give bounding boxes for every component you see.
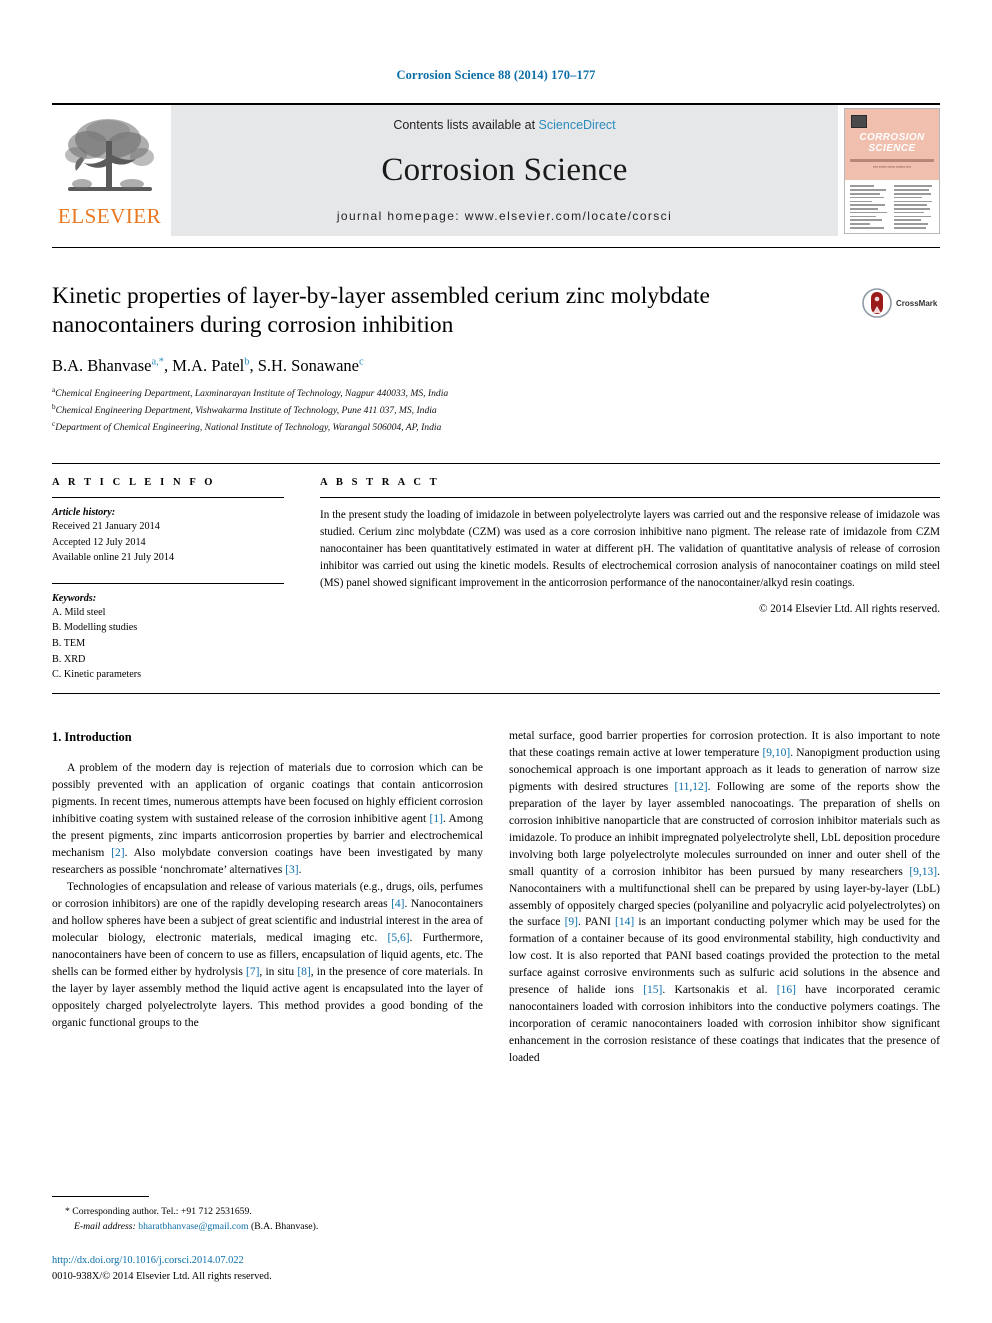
footnote-rule — [52, 1196, 149, 1197]
email-note: E-mail address: bharatbhanvase@gmail.com… — [52, 1219, 483, 1234]
citation-link[interactable]: [8] — [297, 966, 310, 978]
journal-homepage-link[interactable]: journal homepage: www.elsevier.com/locat… — [337, 209, 672, 223]
affiliation-item: aChemical Engineering Department, Laxmin… — [52, 385, 842, 402]
crossmark-label: CrossMark — [896, 298, 938, 308]
keyword-item: B. Modelling studies — [52, 622, 138, 634]
keyword-item: A. Mild steel — [52, 606, 106, 618]
citation-link[interactable]: [9] — [565, 916, 578, 928]
citation-link[interactable]: [3] — [285, 864, 298, 876]
footer-block: http://dx.doi.org/10.1016/j.corsci.2014.… — [52, 1253, 483, 1285]
body-paragraph-text: A problem of the modern day is rejection… — [52, 762, 484, 877]
author-entry: M.A. Patelb — [172, 356, 249, 375]
crossmark-badge[interactable]: CrossMark — [862, 288, 937, 318]
affiliation-text: Department of Chemical Engineering, Nati… — [55, 421, 442, 433]
email-owner: (B.A. Bhanvase). — [250, 1221, 319, 1233]
abstract-text: In the present study the loading of imid… — [320, 509, 940, 590]
article-history-accepted: Accepted 12 July 2014 — [52, 536, 146, 548]
citation-link[interactable]: [16] — [777, 984, 796, 996]
citation-link[interactable]: [7] — [246, 966, 259, 978]
citation-link[interactable]: [4] — [391, 898, 404, 910]
citation-link[interactable]: [5,6] — [388, 932, 410, 944]
keywords-rule — [52, 582, 284, 584]
page-title: Kinetic properties of layer-by-layer ass… — [52, 283, 710, 339]
body-column-right: metal surface, good barrier properties f… — [509, 728, 940, 1067]
journal-article-page: Corrosion Science 88 (2014) 170–177 ELSE… — [0, 0, 992, 1323]
cover-rule — [850, 158, 934, 162]
abstract-rule — [320, 497, 940, 498]
abstract-column: A B S T R A C T In the present study the… — [320, 477, 940, 615]
cover-subtitle-text: ▪▪▪▪ ▪▪▪▪▪▪ ▪▪▪▪▪▪ ▪▪▪▪▪▪▪ ▪▪▪▪ — [873, 164, 911, 169]
affiliation-text: Chemical Engineering Department, Laxmina… — [55, 388, 449, 400]
contents-available-line: Contents lists available at ScienceDirec… — [393, 118, 615, 132]
body-paragraph-text: metal surface, good barrier properties f… — [509, 730, 941, 1065]
abstract-band-bottom-rule — [52, 693, 940, 694]
masthead-center-panel: Contents lists available at ScienceDirec… — [171, 105, 838, 236]
body-paragraph-text: Technologies of encapsulation and releas… — [52, 880, 484, 1029]
abstract-heading: A B S T R A C T — [320, 477, 440, 488]
author-name: B.A. Bhanvase — [52, 356, 152, 376]
citation-link[interactable]: [9,10] — [762, 747, 790, 759]
journal-masthead: ELSEVIER Contents lists available at Sci… — [52, 103, 940, 236]
author-marks[interactable]: c — [359, 357, 364, 368]
masthead-bottom-rule — [52, 247, 940, 248]
article-history-online: Available online 21 July 2014 — [52, 552, 175, 564]
citation-link[interactable]: [11,12] — [675, 781, 708, 793]
crossmark-icon — [862, 288, 892, 318]
author-entry: S.H. Sonawanec — [258, 356, 364, 375]
article-info-heading: A R T I C L E I N F O — [52, 477, 216, 488]
journal-title: Corrosion Science — [381, 152, 628, 188]
issn-copyright-line: 0010-938X/© 2014 Elsevier Ltd. All right… — [52, 1271, 272, 1283]
author-list: B.A. Bhanvasea,*, M.A. Patelb, S.H. Sona… — [52, 356, 842, 376]
elsevier-tree-icon — [64, 119, 154, 191]
affiliation-text: Chemical Engineering Department, Vishwak… — [55, 405, 437, 417]
doi-link[interactable]: http://dx.doi.org/10.1016/j.corsci.2014.… — [52, 1253, 483, 1269]
cover-emblem-icon — [851, 114, 867, 128]
abstract-band-top-rule — [52, 463, 940, 464]
article-info-column: A R T I C L E I N F O Article history: R… — [52, 477, 284, 683]
keywords-label: Keywords: — [52, 592, 97, 604]
author-separator: , — [164, 356, 173, 376]
abstract-copyright: © 2014 Elsevier Ltd. All rights reserved… — [759, 603, 940, 616]
author-name: S.H. Sonawane — [257, 356, 359, 376]
cover-journal-name-line1: CORROSION — [859, 131, 925, 143]
email-link[interactable]: bharatbhanvase@gmail.com — [138, 1221, 248, 1232]
keyword-item: B. XRD — [52, 653, 86, 665]
citation-link[interactable]: [2] — [111, 847, 124, 859]
body-paragraph: Technologies of encapsulation and releas… — [52, 879, 483, 1032]
article-info-rule — [52, 497, 284, 498]
article-history-received: Received 21 January 2014 — [52, 521, 160, 532]
article-history-label: Article history: — [52, 507, 116, 518]
keyword-item: B. TEM — [52, 638, 86, 650]
corresponding-author-note: * Corresponding author. Tel.: +91 712 25… — [65, 1206, 252, 1217]
cover-contents-panel — [845, 180, 939, 232]
affiliation-item: bChemical Engineering Department, Vishwa… — [52, 402, 842, 419]
running-head: Corrosion Science 88 (2014) 170–177 — [396, 68, 596, 82]
body-paragraph: A problem of the modern day is rejection… — [52, 760, 483, 879]
citation-link[interactable]: [9,13] — [909, 866, 937, 878]
author-marks[interactable]: a,* — [151, 357, 164, 368]
citation-link[interactable]: [14] — [615, 916, 634, 928]
email-label: E-mail address: — [74, 1221, 136, 1233]
body-paragraph: metal surface, good barrier properties f… — [509, 728, 940, 1067]
footnote-block: * Corresponding author. Tel.: +91 712 25… — [52, 1196, 483, 1234]
cover-top-panel: CORROSION SCIENCE ▪▪▪▪ ▪▪▪▪▪▪ ▪▪▪▪▪▪ ▪▪▪… — [845, 108, 939, 181]
body-column-left: 1. Introduction A problem of the modern … — [52, 728, 483, 1032]
affiliation-list: aChemical Engineering Department, Laxmin… — [52, 385, 842, 435]
title-block: Kinetic properties of layer-by-layer ass… — [52, 282, 842, 436]
keywords-block: Keywords: A. Mild steel B. Modelling stu… — [52, 593, 284, 683]
citation-link[interactable]: [1] — [430, 813, 443, 825]
cover-journal-name-line2: SCIENCE — [868, 143, 916, 154]
affiliation-item: cDepartment of Chemical Engineering, Nat… — [52, 419, 842, 436]
author-separator: , — [249, 356, 258, 376]
author-name: M.A. Patel — [172, 356, 245, 376]
elsevier-logo: ELSEVIER — [52, 105, 167, 236]
contents-prefix: Contents lists available at — [393, 118, 539, 132]
keyword-item: C. Kinetic parameters — [52, 669, 142, 681]
elsevier-wordmark: ELSEVIER — [57, 204, 162, 228]
section-heading-introduction: 1. Introduction — [52, 730, 132, 744]
journal-cover-thumbnail[interactable]: CORROSION SCIENCE ▪▪▪▪ ▪▪▪▪▪▪ ▪▪▪▪▪▪ ▪▪▪… — [844, 107, 940, 234]
author-entry: B.A. Bhanvasea,* — [52, 356, 164, 375]
citation-link[interactable]: [15] — [643, 984, 662, 996]
sciencedirect-link[interactable]: ScienceDirect — [539, 118, 616, 132]
